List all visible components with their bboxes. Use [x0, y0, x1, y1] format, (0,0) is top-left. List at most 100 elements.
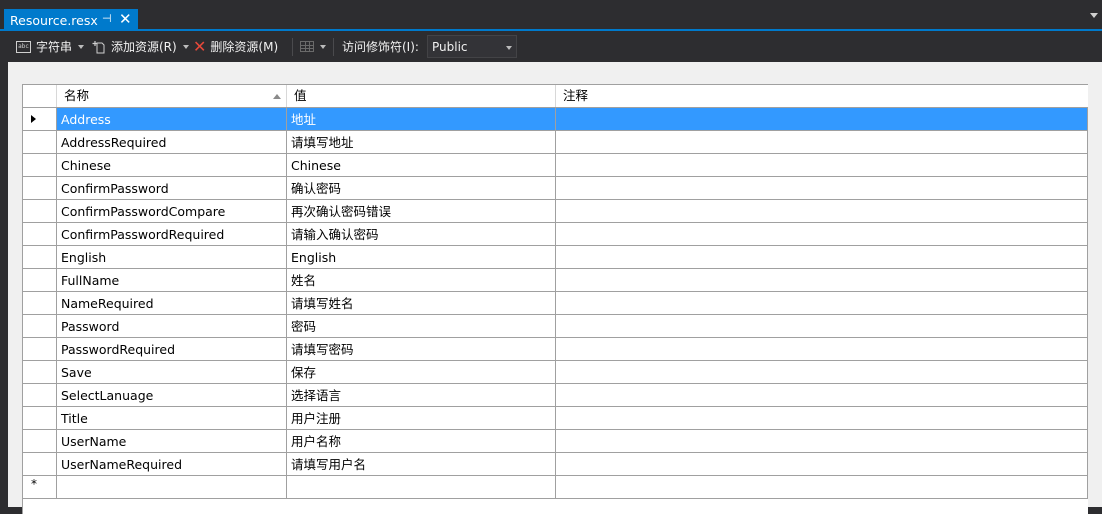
table-row[interactable]: Chinese Chinese	[23, 154, 1088, 177]
cell-value[interactable]: 选择语言	[287, 384, 556, 407]
add-resource-button[interactable]: 添加资源(R)	[92, 31, 189, 62]
cell-value[interactable]	[287, 476, 556, 499]
cell-name[interactable]: English	[57, 246, 287, 269]
cell-comment[interactable]	[556, 131, 1088, 154]
cell-name[interactable]: SelectLanuage	[57, 384, 287, 407]
row-header[interactable]	[23, 177, 57, 200]
table-row[interactable]: UserNameRequired 请填写用户名	[23, 453, 1088, 476]
cell-comment[interactable]	[556, 108, 1088, 131]
cell-name[interactable]: FullName	[57, 269, 287, 292]
cell-name[interactable]: Save	[57, 361, 287, 384]
cell-name[interactable]: Title	[57, 407, 287, 430]
row-header[interactable]: *	[23, 476, 57, 499]
cell-name[interactable]: ConfirmPassword	[57, 177, 287, 200]
cell-value[interactable]: 保存	[287, 361, 556, 384]
row-header[interactable]	[23, 430, 57, 453]
row-header[interactable]	[23, 361, 57, 384]
column-header-name[interactable]: 名称	[57, 85, 287, 107]
cell-value[interactable]: 密码	[287, 315, 556, 338]
row-header[interactable]	[23, 223, 57, 246]
resource-editor-toolbar: abc 字符串 添加资源(R) ✕ 删除资源(M) 访问修饰符(I):	[0, 31, 1102, 62]
tab-resource-resx[interactable]: Resource.resx ⊣ ✕	[4, 9, 138, 31]
cell-value[interactable]: 用户注册	[287, 407, 556, 430]
table-row[interactable]: NameRequired 请填写姓名	[23, 292, 1088, 315]
view-grid-button[interactable]	[300, 31, 326, 62]
cell-name[interactable]: ConfirmPasswordCompare	[57, 200, 287, 223]
access-modifier-dropdown[interactable]: Public	[427, 35, 517, 58]
table-row[interactable]: SelectLanuage 选择语言	[23, 384, 1088, 407]
delete-resource-button[interactable]: ✕ 删除资源(M)	[193, 31, 278, 62]
column-header-value[interactable]: 值	[287, 85, 556, 107]
row-header[interactable]	[23, 384, 57, 407]
cell-comment[interactable]	[556, 476, 1088, 499]
cell-value[interactable]: 请填写用户名	[287, 453, 556, 476]
cell-comment[interactable]	[556, 223, 1088, 246]
cell-name[interactable]: UserName	[57, 430, 287, 453]
cell-comment[interactable]	[556, 453, 1088, 476]
table-row[interactable]: FullName 姓名	[23, 269, 1088, 292]
table-row[interactable]: AddressRequired 请填写地址	[23, 131, 1088, 154]
table-row[interactable]: PasswordRequired 请填写密码	[23, 338, 1088, 361]
row-header[interactable]	[23, 269, 57, 292]
cell-comment[interactable]	[556, 407, 1088, 430]
cell-name[interactable]: UserNameRequired	[57, 453, 287, 476]
cell-comment[interactable]	[556, 269, 1088, 292]
cell-name[interactable]: AddressRequired	[57, 131, 287, 154]
table-row[interactable]: ConfirmPassword 确认密码	[23, 177, 1088, 200]
cell-value[interactable]: 请输入确认密码	[287, 223, 556, 246]
cell-name[interactable]	[57, 476, 287, 499]
cell-value[interactable]: 确认密码	[287, 177, 556, 200]
cell-comment[interactable]	[556, 177, 1088, 200]
cell-value[interactable]: Chinese	[287, 154, 556, 177]
table-row[interactable]: ConfirmPasswordRequired 请输入确认密码	[23, 223, 1088, 246]
row-header[interactable]	[23, 200, 57, 223]
cell-value[interactable]: English	[287, 246, 556, 269]
cell-name[interactable]: NameRequired	[57, 292, 287, 315]
cell-comment[interactable]	[556, 384, 1088, 407]
row-header[interactable]	[23, 315, 57, 338]
table-row[interactable]: Password 密码	[23, 315, 1088, 338]
cell-value[interactable]: 姓名	[287, 269, 556, 292]
table-row[interactable]: English English	[23, 246, 1088, 269]
table-row[interactable]: UserName 用户名称	[23, 430, 1088, 453]
row-header[interactable]	[23, 131, 57, 154]
cell-comment[interactable]	[556, 361, 1088, 384]
pin-icon[interactable]: ⊣	[102, 12, 112, 25]
tab-overflow-dropdown-icon[interactable]	[1090, 13, 1098, 18]
close-icon[interactable]: ✕	[119, 10, 132, 28]
row-header[interactable]	[23, 407, 57, 430]
cell-comment[interactable]	[556, 154, 1088, 177]
row-header[interactable]	[23, 292, 57, 315]
cell-name[interactable]: PasswordRequired	[57, 338, 287, 361]
cell-comment[interactable]	[556, 338, 1088, 361]
cell-name[interactable]: Password	[57, 315, 287, 338]
column-header-comment[interactable]: 注释	[556, 85, 1088, 107]
cell-value[interactable]: 再次确认密码错误	[287, 200, 556, 223]
row-header[interactable]	[23, 453, 57, 476]
row-header[interactable]	[23, 338, 57, 361]
cell-name[interactable]: Address	[57, 108, 287, 131]
table-row[interactable]: ConfirmPasswordCompare 再次确认密码错误	[23, 200, 1088, 223]
table-row[interactable]: Save 保存	[23, 361, 1088, 384]
cell-comment[interactable]	[556, 292, 1088, 315]
chevron-down-icon	[182, 44, 189, 49]
cell-value[interactable]: 请填写密码	[287, 338, 556, 361]
row-header[interactable]	[23, 246, 57, 269]
row-header[interactable]	[23, 108, 57, 131]
row-header[interactable]	[23, 154, 57, 177]
table-row[interactable]: Address 地址	[23, 108, 1088, 131]
cell-value[interactable]: 请填写地址	[287, 131, 556, 154]
cell-comment[interactable]	[556, 315, 1088, 338]
strings-category-button[interactable]: abc 字符串	[16, 31, 85, 62]
cell-name[interactable]: ConfirmPasswordRequired	[57, 223, 287, 246]
document-tab-strip: Resource.resx ⊣ ✕	[0, 0, 1102, 31]
new-row[interactable]: *	[23, 476, 1088, 499]
cell-value[interactable]: 请填写姓名	[287, 292, 556, 315]
cell-value[interactable]: 用户名称	[287, 430, 556, 453]
cell-comment[interactable]	[556, 246, 1088, 269]
table-row[interactable]: Title 用户注册	[23, 407, 1088, 430]
cell-comment[interactable]	[556, 430, 1088, 453]
cell-name[interactable]: Chinese	[57, 154, 287, 177]
cell-comment[interactable]	[556, 200, 1088, 223]
cell-value[interactable]: 地址	[287, 108, 556, 131]
